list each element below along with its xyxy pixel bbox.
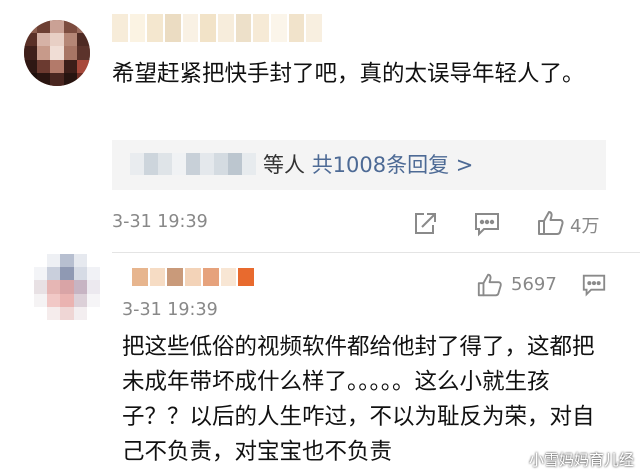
- comment-text: 希望赶紧把快手封了吧，真的太误导年轻人了。: [112, 61, 585, 87]
- avatar[interactable]: [34, 254, 100, 320]
- like-count: 4万: [570, 216, 600, 237]
- like-count: 5697: [511, 274, 557, 295]
- divider: [112, 252, 640, 253]
- comment-time: 3-31 19:39: [112, 212, 208, 232]
- like-icon[interactable]: [476, 271, 504, 299]
- watermark: 小雪妈妈育儿经: [528, 451, 634, 469]
- comment-time: 3-31 19:39: [122, 300, 218, 320]
- comment-icon[interactable]: [472, 210, 502, 238]
- reply-count-link[interactable]: 共1008条回复 >: [312, 153, 474, 177]
- like-icon[interactable]: [536, 208, 566, 238]
- username-blurred[interactable]: [132, 268, 255, 286]
- reply-users-blurred: [130, 153, 256, 175]
- username-blurred[interactable]: [112, 14, 323, 42]
- reply-users-suffix: 等人: [263, 153, 305, 177]
- reply-summary-text[interactable]: 等人 共1008条回复 >: [263, 151, 473, 179]
- comment-icon[interactable]: [580, 272, 608, 298]
- share-icon[interactable]: [411, 210, 439, 238]
- avatar[interactable]: [24, 20, 90, 86]
